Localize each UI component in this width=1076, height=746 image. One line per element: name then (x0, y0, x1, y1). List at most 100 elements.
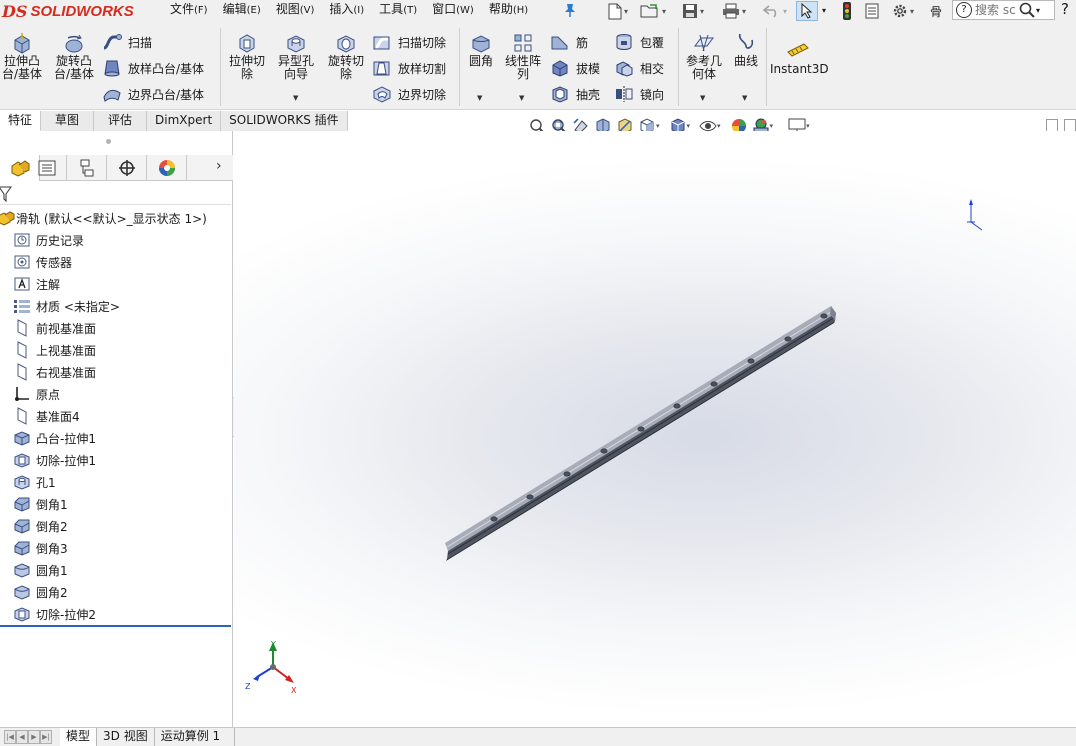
help-button[interactable]: ? (1061, 0, 1069, 18)
rollback-bar[interactable] (0, 625, 231, 627)
linear-pattern-dropdown-icon[interactable]: ▼ (519, 94, 524, 102)
new-document-button[interactable]: ▾ (604, 1, 632, 21)
extrude-boss-button[interactable]: 拉伸凸 台/基体 (0, 32, 44, 81)
search-box[interactable]: ? ▾ (952, 0, 1055, 20)
tab-sketch[interactable]: 草图 (41, 111, 95, 131)
extrude-cut-button[interactable]: 拉伸切 除 (224, 32, 270, 81)
tree-item[interactable]: 圆角2 (0, 581, 233, 603)
toolbar-truncated-label[interactable]: 骨 (926, 1, 946, 21)
view-orientation-dropdown-icon[interactable]: ▾ (656, 122, 660, 130)
next-tab-icon[interactable]: ▶ (28, 730, 40, 744)
tab-motion-study[interactable]: 运动算例 1 (155, 728, 236, 746)
menu-window[interactable]: 窗口(W) (432, 0, 474, 22)
boundary-boss-button[interactable]: 边界凸台/基体 (102, 84, 204, 104)
sweep-cut-button[interactable]: 扫描切除 (372, 32, 446, 52)
tree-item[interactable]: 倒角2 (0, 515, 233, 537)
tree-item[interactable]: 右视基准面 (0, 361, 233, 383)
menu-view[interactable]: 视图(V) (276, 0, 315, 22)
open-button[interactable]: ▾ (638, 1, 668, 21)
search-input[interactable] (975, 3, 1017, 17)
panel-grip[interactable] (106, 139, 111, 144)
tree-item[interactable]: 上视基准面 (0, 339, 233, 361)
draft-button[interactable]: 拔模 (550, 58, 600, 78)
last-tab-icon[interactable]: ▶| (40, 730, 52, 744)
save-button[interactable]: ▾ (678, 1, 708, 21)
wrap-button[interactable]: 包覆 (614, 32, 664, 52)
search-icon[interactable] (1019, 2, 1035, 18)
tab-solidworks-addins[interactable]: SOLIDWORKS 插件 (221, 111, 348, 131)
boundary-cut-button[interactable]: 边界切除 (372, 84, 446, 104)
hole-wizard-dropdown-icon[interactable]: ▼ (293, 94, 298, 102)
chevron-right-icon[interactable]: › (216, 158, 222, 174)
tab-model[interactable]: 模型 (60, 728, 98, 746)
tree-item[interactable]: 孔1 (0, 471, 233, 493)
dimxpert-manager-tab[interactable] (107, 155, 147, 181)
loft-cut-button[interactable]: 放样切割 (372, 58, 446, 78)
tree-item[interactable]: 凸台-拉伸1 (0, 427, 233, 449)
fillet-dropdown-icon[interactable]: ▼ (477, 94, 482, 102)
print-button[interactable]: ▾ (718, 1, 750, 21)
tree-root-part[interactable]: 滑轨 (默认<<默认>_显示状态 1>) (0, 207, 233, 229)
tree-item[interactable]: 传感器 (0, 251, 233, 273)
tree-item[interactable]: 原点 (0, 383, 233, 405)
pin-icon[interactable] (563, 2, 579, 18)
reference-geometry-button[interactable]: 参考几 何体 (682, 32, 726, 81)
linear-pattern-button[interactable]: 线性阵 列 (502, 32, 544, 81)
mirror-button[interactable]: 镜向 (614, 84, 664, 104)
menu-file[interactable]: 文件(F) (170, 0, 208, 22)
tab-features[interactable]: 特征 (0, 111, 42, 131)
tree-item[interactable]: 注解 (0, 273, 233, 295)
hole-wizard-button[interactable]: 异型孔 向导 (272, 32, 320, 81)
configuration-manager-tab[interactable] (67, 155, 107, 181)
apply-scene-dropdown-icon[interactable]: ▾ (770, 122, 774, 130)
instant3d-button[interactable]: Instant3D (770, 40, 829, 76)
sweep-button[interactable]: 扫描 (102, 32, 152, 52)
hide-show-dropdown-icon[interactable]: ▾ (717, 122, 721, 130)
file-properties-button[interactable] (862, 1, 882, 21)
options-button[interactable]: ▾ (888, 1, 918, 21)
revolve-boss-button[interactable]: 旋转凸 台/基体 (50, 32, 98, 81)
reference-geometry-dropdown-icon[interactable]: ▼ (700, 94, 705, 102)
graphics-area[interactable]: Y X Z (234, 131, 1076, 727)
shell-icon (552, 86, 568, 103)
solidworks-logo[interactable]: DS SOLIDWORKS (2, 0, 142, 22)
undo-button[interactable]: ▾ (758, 1, 792, 21)
tree-filter[interactable] (0, 183, 231, 205)
menu-tools[interactable]: 工具(T) (379, 0, 417, 22)
view-settings-dropdown-icon[interactable]: ▾ (806, 122, 810, 130)
tree-item[interactable]: 切除-拉伸2 (0, 603, 233, 625)
revolve-cut-button[interactable]: 旋转切 除 (322, 32, 370, 81)
slide-rail-model[interactable] (445, 306, 836, 561)
menu-edit[interactable]: 编辑(E) (223, 0, 261, 22)
tab-dimxpert[interactable]: DimXpert (147, 111, 222, 131)
tree-item[interactable]: 倒角3 (0, 537, 233, 559)
curves-button[interactable]: 曲线 (728, 32, 764, 68)
rebuild-button[interactable] (838, 1, 856, 21)
tree-item[interactable]: 历史记录 (0, 229, 233, 251)
tab-evaluate[interactable]: 评估 (94, 111, 148, 131)
tree-item[interactable]: 圆角1 (0, 559, 233, 581)
menu-insert[interactable]: 插入(I) (329, 0, 364, 22)
property-manager-tab[interactable] (27, 155, 67, 181)
menu-help[interactable]: 帮助(H) (489, 0, 528, 22)
tree-item[interactable]: 切除-拉伸1 (0, 449, 233, 471)
select-dropdown-icon[interactable]: ▾ (822, 6, 826, 15)
display-manager-tab[interactable] (147, 155, 187, 181)
rib-button[interactable]: 筋 (550, 32, 588, 52)
tree-item[interactable]: 倒角1 (0, 493, 233, 515)
curves-dropdown-icon[interactable]: ▼ (742, 94, 747, 102)
tab-3d-view[interactable]: 3D 视图 (97, 728, 155, 746)
first-tab-icon[interactable]: |◀ (4, 730, 16, 744)
select-button[interactable] (796, 1, 818, 21)
shell-button[interactable]: 抽壳 (550, 84, 600, 104)
intersect-button[interactable]: 相交 (614, 58, 664, 78)
fillet-button[interactable]: 圆角 (462, 32, 500, 68)
loft-boss-button[interactable]: 放样凸台/基体 (102, 58, 204, 78)
orientation-triad[interactable]: Y X Z (245, 640, 297, 695)
tree-item[interactable]: 基准面4 (0, 405, 233, 427)
tree-item[interactable]: 材质 <未指定> (0, 295, 233, 317)
previous-tab-icon[interactable]: ◀ (16, 730, 28, 744)
tree-item[interactable]: 前视基准面 (0, 317, 233, 339)
display-style-dropdown-icon[interactable]: ▾ (687, 122, 691, 130)
search-dropdown-icon[interactable]: ▾ (1036, 6, 1040, 15)
